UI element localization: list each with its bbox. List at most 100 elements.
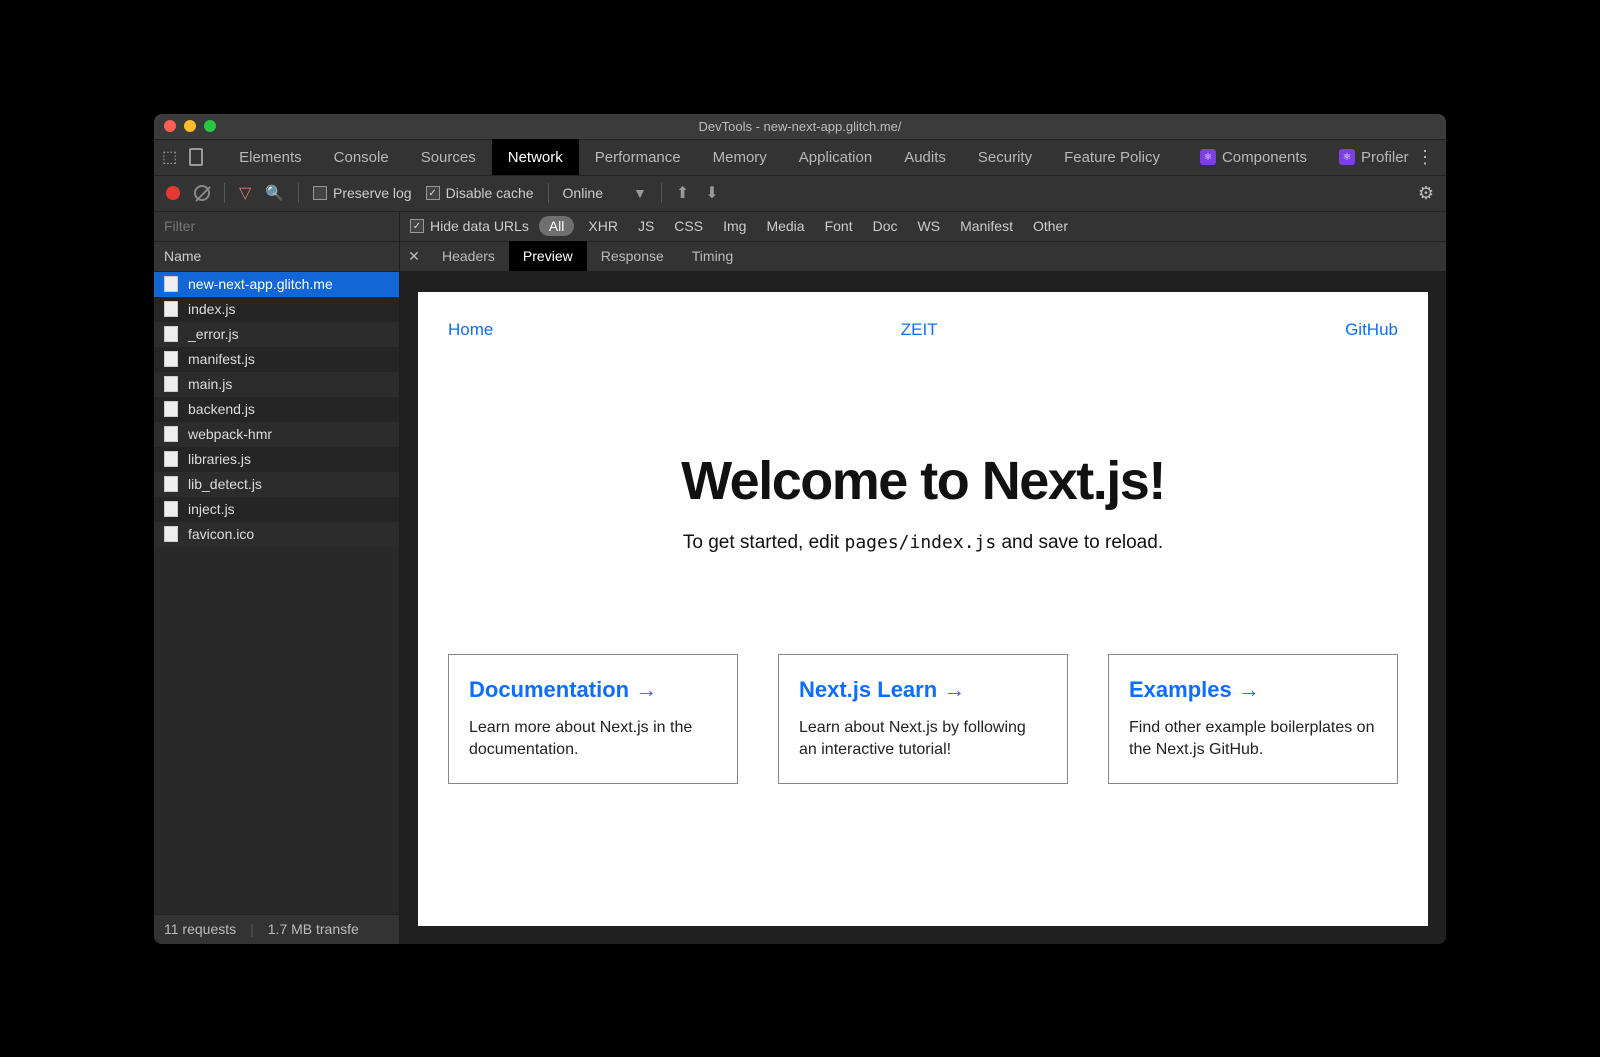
detail-tab-preview[interactable]: Preview (509, 241, 587, 271)
throttling-select[interactable]: Online ▼ (563, 185, 647, 201)
network-toolbar: ▽ 🔍 Preserve log Disable cache Online ▼ … (154, 176, 1446, 212)
preview-nav-zeit[interactable]: ZEIT (901, 320, 938, 340)
tab-audits[interactable]: Audits (888, 139, 962, 175)
request-name: backend.js (188, 401, 255, 417)
preview-nav-home[interactable]: Home (448, 320, 493, 340)
request-name: manifest.js (188, 351, 255, 367)
preview-card[interactable]: Next.js Learn →Learn about Next.js by fo… (778, 654, 1068, 785)
preview-title: Welcome to Next.js! (448, 450, 1398, 512)
request-row[interactable]: libraries.js (154, 447, 399, 472)
type-filter-font[interactable]: Font (819, 216, 859, 236)
preview-card[interactable]: Documentation → Learn more about Next.js … (448, 654, 738, 785)
request-row[interactable]: webpack-hmr (154, 422, 399, 447)
disable-cache-label: Disable cache (446, 185, 534, 201)
tab-elements[interactable]: Elements (223, 139, 318, 175)
tab-feature-policy[interactable]: Feature Policy (1048, 139, 1176, 175)
card-body: Find other example boilerplates on the N… (1129, 717, 1377, 762)
request-row[interactable]: manifest.js (154, 347, 399, 372)
request-row[interactable]: backend.js (154, 397, 399, 422)
card-title: Examples → (1129, 677, 1377, 703)
settings-icon[interactable]: ⚙ (1418, 183, 1434, 204)
file-icon (164, 426, 178, 442)
detail-tab-timing[interactable]: Timing (678, 241, 748, 271)
type-filter-manifest[interactable]: Manifest (954, 216, 1019, 236)
request-row[interactable]: lib_detect.js (154, 472, 399, 497)
type-filter-row: Hide data URLs All XHR JS CSS Img Media Font Do… (400, 212, 1446, 242)
close-window-button[interactable] (164, 120, 176, 132)
status-transfer: 1.7 MB transfe (268, 921, 359, 937)
request-row[interactable]: main.js (154, 372, 399, 397)
inspect-element-icon[interactable]: ⬚ (162, 147, 177, 167)
request-name: _error.js (188, 326, 239, 342)
request-row[interactable]: index.js (154, 297, 399, 322)
request-name: new-next-app.glitch.me (188, 276, 333, 292)
request-name: main.js (188, 376, 232, 392)
file-icon (164, 376, 178, 392)
detail-tab-response[interactable]: Response (587, 241, 678, 271)
tab-security[interactable]: Security (962, 139, 1048, 175)
record-button[interactable] (166, 186, 180, 200)
preserve-log-checkbox[interactable]: Preserve log (313, 185, 412, 201)
react-devtools-icon: ⚛ (1339, 149, 1355, 165)
clear-button[interactable] (194, 185, 210, 201)
type-filter-js[interactable]: JS (632, 216, 660, 236)
close-detail-icon[interactable]: ✕ (400, 248, 428, 265)
react-devtools-icon: ⚛ (1200, 149, 1216, 165)
preserve-log-label: Preserve log (333, 185, 412, 201)
tab-memory[interactable]: Memory (697, 139, 783, 175)
preview-subtitle: To get started, edit pages/index.js and … (448, 532, 1398, 554)
minimize-window-button[interactable] (184, 120, 196, 132)
window-title: DevTools - new-next-app.glitch.me/ (154, 119, 1446, 134)
type-filter-xhr[interactable]: XHR (582, 216, 624, 236)
devtools-window: DevTools - new-next-app.glitch.me/ ⬚ Ele… (154, 114, 1446, 944)
file-icon (164, 326, 178, 342)
toggle-device-icon[interactable] (189, 148, 203, 166)
preview-card[interactable]: Examples → Find other example boilerplate… (1108, 654, 1398, 785)
file-icon (164, 351, 178, 367)
request-row[interactable]: favicon.ico (154, 522, 399, 547)
disable-cache-checkbox[interactable]: Disable cache (426, 185, 534, 201)
titlebar: DevTools - new-next-app.glitch.me/ (154, 114, 1446, 140)
card-body: Learn more about Next.js in the document… (469, 717, 717, 762)
file-icon (164, 476, 178, 492)
request-name: favicon.ico (188, 526, 254, 542)
request-name: inject.js (188, 501, 235, 517)
type-filter-img[interactable]: Img (717, 216, 752, 236)
preview-nav-github[interactable]: GitHub (1345, 320, 1398, 340)
more-menu-icon[interactable]: ⋮ (1416, 147, 1434, 168)
name-column-header[interactable]: Name (154, 242, 399, 272)
tab-console[interactable]: Console (318, 139, 405, 175)
tab-application[interactable]: Application (783, 139, 888, 175)
request-row[interactable]: inject.js (154, 497, 399, 522)
detail-content: Hide data URLs All XHR JS CSS Img Media Font Do… (400, 212, 1446, 944)
file-icon (164, 501, 178, 517)
maximize-window-button[interactable] (204, 120, 216, 132)
detail-tab-headers[interactable]: Headers (428, 241, 509, 271)
tab-network[interactable]: Network (492, 139, 579, 175)
type-filter-ws[interactable]: WS (912, 216, 947, 236)
type-filter-other[interactable]: Other (1027, 216, 1074, 236)
download-har-icon[interactable]: ⬇ (705, 183, 718, 203)
filter-toggle-icon[interactable]: ▽ (239, 183, 251, 203)
request-row[interactable]: new-next-app.glitch.me (154, 272, 399, 297)
upload-har-icon[interactable]: ⬆ (676, 183, 689, 203)
hide-data-urls-checkbox[interactable]: Hide data URLs (410, 218, 529, 234)
type-filter-media[interactable]: Media (760, 216, 810, 236)
card-title: Documentation → (469, 677, 717, 703)
type-filter-css[interactable]: CSS (668, 216, 709, 236)
tab-sources[interactable]: Sources (405, 139, 492, 175)
request-name: webpack-hmr (188, 426, 272, 442)
card-title: Next.js Learn → (799, 677, 1047, 703)
request-name: lib_detect.js (188, 476, 262, 492)
tab-performance[interactable]: Performance (579, 139, 697, 175)
type-filter-all[interactable]: All (539, 216, 575, 236)
request-row[interactable]: _error.js (154, 322, 399, 347)
tab-components[interactable]: ⚛Components (1184, 139, 1323, 175)
file-icon (164, 276, 178, 292)
file-icon (164, 301, 178, 317)
search-icon[interactable]: 🔍 (265, 184, 284, 202)
filter-input[interactable] (154, 218, 399, 234)
status-request-count: 11 requests (164, 921, 236, 937)
tab-profiler[interactable]: ⚛Profiler (1323, 139, 1425, 175)
type-filter-doc[interactable]: Doc (867, 216, 904, 236)
